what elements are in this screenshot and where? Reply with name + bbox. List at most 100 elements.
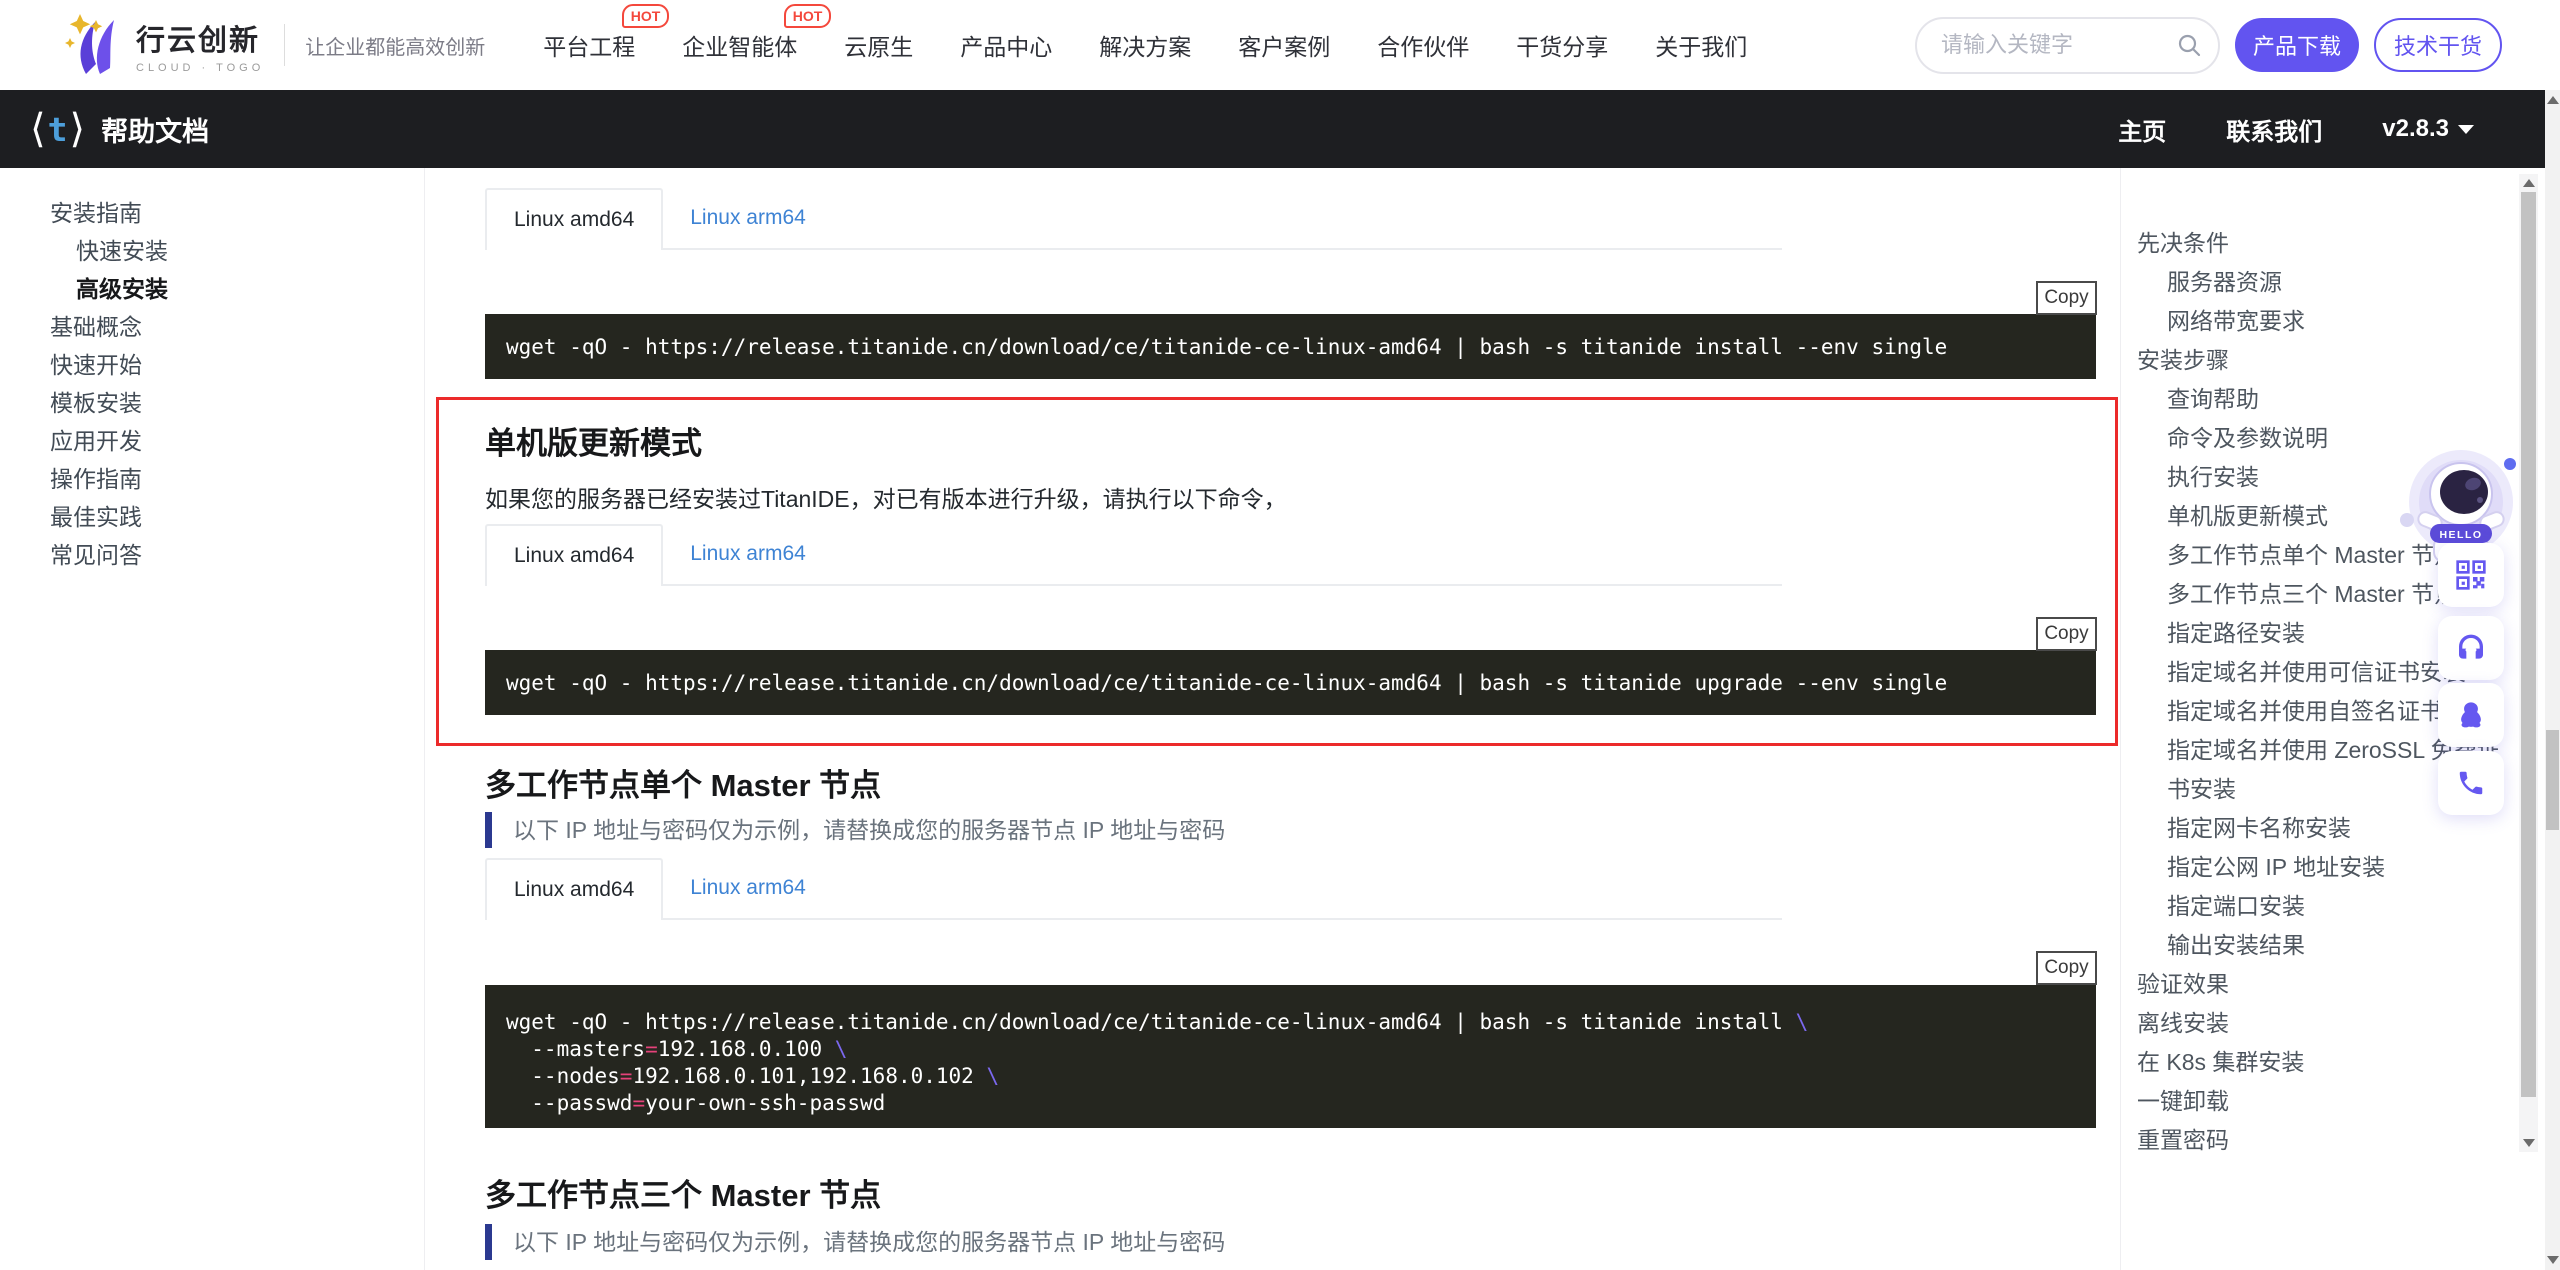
tabbar-install: Linux amd64 Linux arm64 — [485, 190, 1782, 250]
toc-item-custom-port[interactable]: 指定端口安装 — [2121, 887, 2503, 926]
code-continuation: \ — [835, 1037, 848, 1061]
nav-item-about-us[interactable]: 关于我们 — [1655, 28, 1747, 62]
tab-linux-amd64[interactable]: Linux amd64 — [485, 858, 663, 920]
search-icon[interactable] — [2176, 32, 2202, 58]
nav-item-platform-engineering[interactable]: 平台工程 HOT — [543, 28, 635, 62]
ip-note-blockquote: 以下 IP 地址与密码仅为示例，请替换成您的服务器节点 IP 地址与密码 — [485, 812, 1225, 848]
docbar-contact-link[interactable]: 联系我们 — [2226, 112, 2322, 147]
toc-item-output-result[interactable]: 输出安装结果 — [2121, 926, 2503, 965]
nav-item-label: 产品中心 — [960, 34, 1052, 60]
copy-button[interactable]: Copy — [2036, 617, 2097, 651]
top-navbar: 行云创新 CLOUD · TOGO 让企业都能高效创新 平台工程 HOT 企业智… — [0, 0, 2560, 90]
page-scrollbar[interactable] — [2545, 90, 2560, 1270]
toc-item-offline-install[interactable]: 离线安装 — [2121, 1004, 2546, 1043]
section-heading-update-mode: 单机版更新模式 — [485, 418, 702, 463]
page-scrollbar-thumb[interactable] — [2546, 730, 2559, 830]
headset-icon — [2455, 632, 2487, 664]
nav-item-product-center[interactable]: 产品中心 — [960, 28, 1052, 62]
toc-scrollbar-thumb[interactable] — [2521, 192, 2536, 1097]
code-equals: = — [632, 1091, 645, 1115]
tab-linux-arm64[interactable]: Linux arm64 — [663, 524, 833, 584]
sidebar-item-quick-start[interactable]: 快速开始 — [0, 346, 424, 384]
nav-item-customer-cases[interactable]: 客户案例 — [1238, 28, 1330, 62]
nav-item-partners[interactable]: 合作伙伴 — [1377, 28, 1469, 62]
tabbar-update: Linux amd64 Linux arm64 — [485, 526, 1782, 586]
nav-item-label: 企业智能体 — [682, 34, 797, 60]
code-text: wget -qO - https://release.titanide.cn/d… — [506, 335, 1947, 359]
search-input[interactable] — [1941, 32, 2176, 58]
nav-item-solutions[interactable]: 解决方案 — [1099, 28, 1191, 62]
sidebar-item-template-install[interactable]: 模板安装 — [0, 384, 424, 422]
sidebar-item-advanced-install[interactable]: 高级安装 — [0, 270, 424, 308]
sidebar-item-app-development[interactable]: 应用开发 — [0, 422, 424, 460]
version-dropdown[interactable]: v2.8.3 — [2382, 115, 2474, 143]
code-value: your-own-ssh-passwd — [645, 1091, 885, 1115]
nav-item-insights[interactable]: 干货分享 — [1516, 28, 1608, 62]
phone-contact-widget-button[interactable] — [2438, 751, 2504, 815]
search-box[interactable] — [1915, 17, 2220, 74]
toc-item-nic-name[interactable]: 指定网卡名称安装 — [2121, 809, 2503, 848]
scroll-up-arrow[interactable] — [2547, 96, 2559, 104]
toc-item-k8s-cluster[interactable]: 在 K8s 集群安装 — [2121, 1043, 2546, 1082]
tab-linux-arm64[interactable]: Linux arm64 — [663, 188, 833, 248]
nav-item-label: 合作伙伴 — [1377, 34, 1469, 60]
sidebar-item-best-practices[interactable]: 最佳实践 — [0, 498, 424, 536]
nav-item-label: 关于我们 — [1655, 34, 1747, 60]
qrcode-widget-button[interactable] — [2438, 543, 2504, 607]
toc-scrollbar[interactable] — [2519, 174, 2538, 1152]
main-nav: 平台工程 HOT 企业智能体 HOT 云原生 产品中心 解决方案 客户案例 合作… — [543, 28, 1747, 62]
content-area: Linux amd64 Linux arm64 Copy wget -qO - … — [425, 168, 2120, 1270]
sidebar-item-operation-guide[interactable]: 操作指南 — [0, 460, 424, 498]
scroll-up-arrow[interactable] — [2523, 179, 2535, 187]
product-download-button[interactable]: 产品下载 — [2235, 18, 2359, 72]
tabbar-multi-single: Linux amd64 Linux arm64 — [485, 860, 1782, 920]
doc-logo[interactable]: ⟨ t ⟩ — [30, 109, 85, 149]
section-heading-multi-three-master: 多工作节点三个 Master 节点 — [485, 1170, 881, 1215]
toc-item-prerequisites[interactable]: 先决条件 — [2121, 224, 2546, 263]
nav-item-label: 解决方案 — [1099, 34, 1191, 60]
toc-item-bandwidth[interactable]: 网络带宽要求 — [2121, 302, 2503, 341]
qrcode-icon — [2455, 559, 2487, 591]
tab-linux-amd64[interactable]: Linux amd64 — [485, 524, 663, 586]
nav-right-group: 产品下载 技术干货 — [1915, 17, 2502, 74]
toc-item-install-steps[interactable]: 安装步骤 — [2121, 341, 2546, 380]
code-block-upgrade: wget -qO - https://release.titanide.cn/d… — [485, 650, 2096, 715]
sidebar-item-basic-concepts[interactable]: 基础概念 — [0, 308, 424, 346]
hot-badge: HOT — [784, 4, 832, 28]
scroll-down-arrow[interactable] — [2523, 1139, 2535, 1147]
customer-service-widget-button[interactable] — [2438, 616, 2504, 680]
sidebar-item-quick-install[interactable]: 快速安装 — [0, 232, 424, 270]
toc-item-reset-password[interactable]: 重置密码 — [2121, 1121, 2546, 1160]
nav-item-label: 平台工程 — [543, 34, 635, 60]
tab-linux-amd64[interactable]: Linux amd64 — [485, 188, 663, 250]
doc-navbar: ⟨ t ⟩ 帮助文档 主页 联系我们 v2.8.3 — [0, 90, 2560, 168]
sidebar-item-install-guide[interactable]: 安装指南 — [0, 194, 424, 232]
doc-logo-t: t — [48, 110, 68, 149]
copy-button[interactable]: Copy — [2036, 951, 2097, 985]
nav-item-label: 客户案例 — [1238, 34, 1330, 60]
scroll-down-arrow[interactable] — [2547, 1256, 2559, 1264]
docbar-home-link[interactable]: 主页 — [2118, 112, 2166, 147]
toc-item-public-ip[interactable]: 指定公网 IP 地址安装 — [2121, 848, 2503, 887]
toc-item-uninstall[interactable]: 一键卸载 — [2121, 1082, 2546, 1121]
code-text: wget -qO - https://release.titanide.cn/d… — [506, 1010, 1796, 1034]
code-value: 192.168.0.101,192.168.0.102 — [632, 1064, 986, 1088]
brand-text: 行云创新 CLOUD · TOGO — [136, 17, 264, 74]
nav-item-cloud-native[interactable]: 云原生 — [844, 28, 913, 62]
version-label: v2.8.3 — [2382, 115, 2449, 143]
qq-contact-widget-button[interactable] — [2438, 683, 2504, 747]
tab-linux-arm64[interactable]: Linux arm64 — [663, 858, 833, 918]
toc-item-query-help[interactable]: 查询帮助 — [2121, 380, 2503, 419]
nav-item-enterprise-agent[interactable]: 企业智能体 HOT — [682, 28, 797, 62]
toc-item-server-resources[interactable]: 服务器资源 — [2121, 263, 2503, 302]
doc-logo-bracket-left: ⟨ — [30, 109, 46, 149]
tech-insights-button[interactable]: 技术干货 — [2374, 18, 2502, 72]
doc-logo-bracket-right: ⟩ — [69, 109, 85, 149]
code-flag: --nodes — [506, 1064, 620, 1088]
copy-button[interactable]: Copy — [2036, 281, 2097, 315]
sidebar-item-faq[interactable]: 常见问答 — [0, 536, 424, 574]
brand-subtitle: CLOUD · TOGO — [136, 62, 264, 74]
toc-item-verify[interactable]: 验证效果 — [2121, 965, 2546, 1004]
code-text: wget -qO - https://release.titanide.cn/d… — [506, 671, 1947, 695]
brand-logo-icon — [62, 12, 126, 78]
